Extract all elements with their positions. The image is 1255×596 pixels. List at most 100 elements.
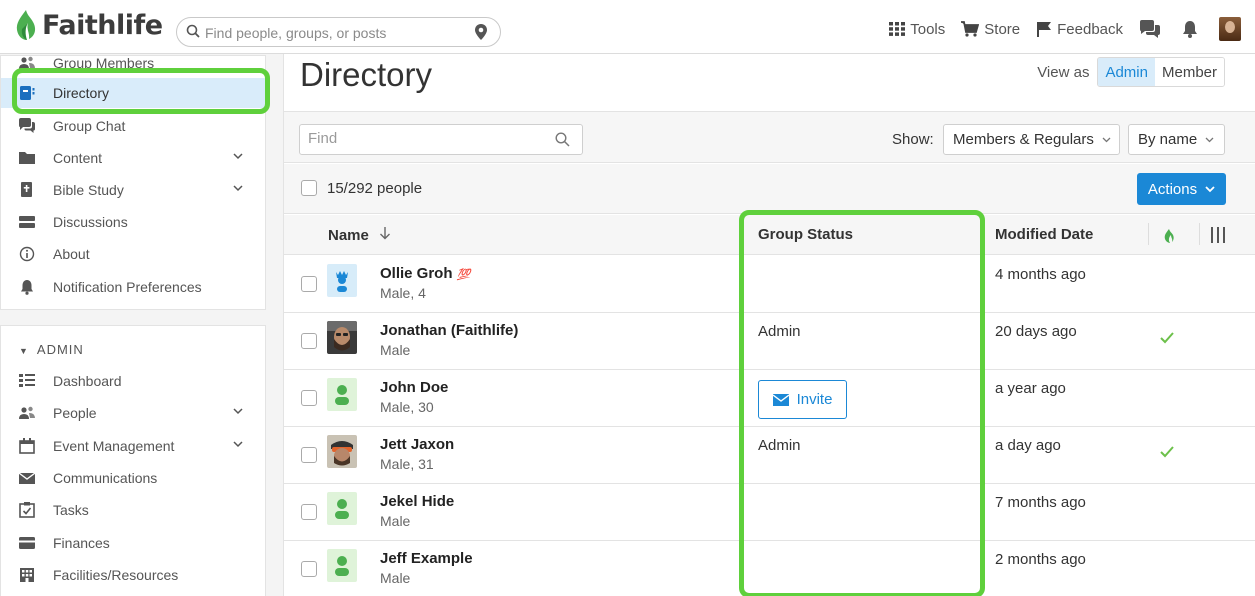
table-row[interactable]: Jonathan (Faithlife) Male Admin 20 days … — [284, 313, 1255, 370]
table-row[interactable]: Jekel Hide Male 7 months ago — [284, 484, 1255, 541]
group-sidebar: Group Members Directory Group Chat Conte… — [0, 55, 266, 310]
view-as-member-button[interactable]: Member — [1154, 58, 1224, 86]
find-input[interactable] — [308, 130, 548, 147]
row-details: Male, 30 — [380, 399, 434, 415]
row-checkbox[interactable] — [301, 447, 317, 463]
row-name[interactable]: Jeff Example — [380, 550, 473, 567]
row-modified-date: a year ago — [995, 380, 1066, 397]
sidebar-item-label: About — [53, 246, 90, 262]
row-modified-date: 7 months ago — [995, 494, 1086, 511]
chevron-down-icon — [233, 408, 243, 415]
flag-icon — [1037, 22, 1052, 37]
sidebar-item-dashboard[interactable]: Dashboard — [1, 366, 265, 396]
tools-label: Tools — [910, 20, 946, 38]
sidebar-item-bible-study[interactable]: Bible Study — [1, 175, 265, 205]
sidebar-item-people[interactable]: People — [1, 398, 265, 428]
find-field[interactable] — [299, 124, 583, 155]
sidebar-item-label: Notification Preferences — [53, 279, 202, 295]
table-row[interactable]: Jeff Example Male 2 months ago — [284, 541, 1255, 596]
user-avatar[interactable] — [1219, 17, 1241, 41]
group-status-column-header[interactable]: Group Status — [758, 226, 853, 243]
row-name[interactable]: Ollie Groh 💯 — [380, 265, 470, 282]
row-name[interactable]: Jonathan (Faithlife) — [380, 322, 518, 339]
name-column-header[interactable]: Name — [328, 226, 391, 244]
select-all-checkbox[interactable] — [301, 180, 317, 196]
sort-dropdown[interactable]: By name — [1128, 124, 1225, 155]
generic-avatar-icon — [327, 378, 357, 411]
envelope-icon — [19, 472, 35, 484]
dashboard-icon — [19, 374, 35, 387]
sidebar-item-directory[interactable]: Directory — [1, 78, 265, 108]
actions-button[interactable]: Actions — [1137, 173, 1226, 205]
row-name[interactable]: Jekel Hide — [380, 493, 454, 510]
generic-avatar-icon — [327, 549, 357, 582]
row-checkbox[interactable] — [301, 333, 317, 349]
cart-icon — [961, 21, 980, 37]
envelope-icon — [772, 393, 789, 406]
admin-header-label: ADMIN — [36, 342, 84, 357]
view-as-toggle: Admin Member — [1097, 57, 1225, 87]
logo-text: Faithlife — [42, 9, 163, 41]
sidebar-item-label: Discussions — [53, 214, 128, 230]
sidebar-item-notification-preferences[interactable]: Notification Preferences — [1, 272, 265, 302]
child-avatar-icon — [327, 264, 357, 297]
chevron-down-icon — [1205, 185, 1215, 192]
tools-link[interactable]: Tools — [889, 21, 945, 38]
row-checkbox[interactable] — [301, 276, 317, 292]
top-nav: Tools Store Feedback — [873, 17, 1241, 41]
feedback-link[interactable]: Feedback — [1036, 21, 1123, 38]
flame-column-icon[interactable] — [1164, 229, 1174, 243]
sidebar-item-tasks[interactable]: Tasks — [1, 495, 265, 525]
search-icon — [186, 24, 200, 38]
table-row[interactable]: Ollie Groh 💯 Male, 4 4 months ago — [284, 256, 1255, 313]
tasks-icon — [19, 502, 35, 518]
sidebar-item-discussions[interactable]: Discussions — [1, 207, 265, 237]
invite-button[interactable]: Invite — [758, 380, 847, 419]
store-link[interactable]: Store — [961, 21, 1020, 38]
sidebar-item-event-management[interactable]: Event Management — [1, 431, 265, 461]
location-pin-icon[interactable] — [474, 23, 488, 41]
row-name[interactable]: John Doe — [380, 379, 448, 396]
sidebar-item-content[interactable]: Content — [1, 143, 265, 173]
sidebar-item-finances[interactable]: Finances — [1, 528, 265, 558]
row-checkbox[interactable] — [301, 390, 317, 406]
sidebar-item-group-members[interactable]: Group Members — [1, 48, 265, 78]
row-checkbox[interactable] — [301, 561, 317, 577]
discussions-icon — [19, 216, 35, 228]
people-icon — [19, 406, 35, 419]
hundred-badge-icon: 💯 — [456, 269, 471, 281]
sidebar-item-about[interactable]: About — [1, 239, 265, 269]
directory-icon — [20, 86, 35, 100]
notifications-button[interactable] — [1182, 20, 1203, 38]
sidebar-item-communications[interactable]: Communications — [1, 463, 265, 493]
show-filter-value: Members & Regulars — [953, 131, 1094, 148]
collapse-triangle-icon: ▼ — [19, 346, 29, 356]
chat-button[interactable] — [1139, 20, 1166, 38]
view-as-admin-button[interactable]: Admin — [1098, 58, 1155, 86]
columns-settings-icon[interactable] — [1211, 227, 1225, 243]
row-details: Male, 31 — [380, 456, 434, 472]
sidebar-item-label: Group Chat — [53, 118, 126, 134]
table-header: Name Group Status Modified Date — [284, 215, 1255, 255]
chat-bubbles-icon — [1140, 20, 1160, 38]
actions-label: Actions — [1147, 180, 1198, 198]
sidebar-item-facilities-resources[interactable]: Facilities/Resources — [1, 560, 265, 590]
sidebar-item-label: Tasks — [53, 502, 89, 518]
photo-avatar — [327, 435, 357, 468]
row-name[interactable]: Jett Jaxon — [380, 436, 454, 453]
modified-date-column-header[interactable]: Modified Date — [995, 226, 1093, 243]
building-icon — [20, 568, 34, 582]
faithlife-logo[interactable]: Faithlife — [14, 9, 163, 41]
table-row[interactable]: Jett Jaxon Male, 31 Admin a day ago — [284, 427, 1255, 484]
generic-avatar-icon — [327, 492, 357, 525]
checkmark-icon — [1160, 446, 1174, 458]
admin-section-header[interactable]: ▼ ADMIN — [19, 342, 84, 357]
global-search[interactable] — [176, 17, 501, 47]
table-row[interactable]: John Doe Male, 30 Invite a year ago — [284, 370, 1255, 427]
show-filter-dropdown[interactable]: Members & Regulars — [943, 124, 1120, 155]
global-search-input[interactable] — [205, 21, 465, 45]
column-divider — [1148, 223, 1149, 245]
row-checkbox[interactable] — [301, 504, 317, 520]
grid-icon — [889, 22, 906, 36]
sidebar-item-group-chat[interactable]: Group Chat — [1, 111, 265, 141]
